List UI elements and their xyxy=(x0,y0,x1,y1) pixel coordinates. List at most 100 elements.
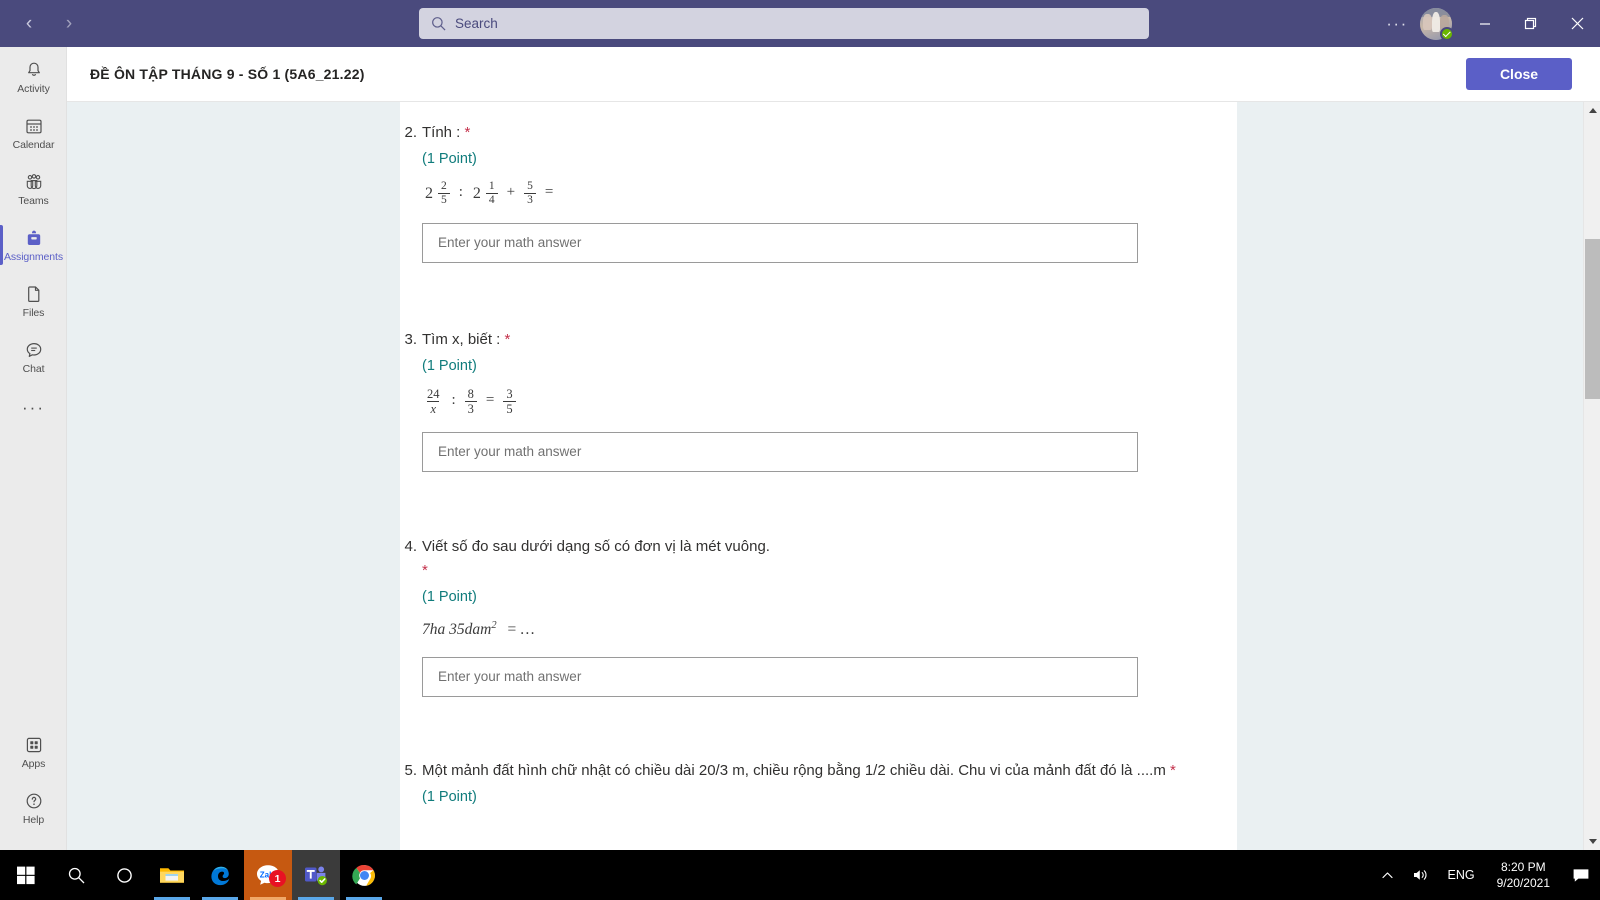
math-base: 7ha 35dam xyxy=(422,620,492,638)
notification-badge: 1 xyxy=(269,870,286,887)
sidebar-item-activity[interactable]: Activity xyxy=(0,49,67,105)
start-button[interactable] xyxy=(0,850,52,900)
math-answer-input[interactable]: Enter your math answer xyxy=(422,222,1138,263)
app-rail-bottom: Apps Help xyxy=(0,724,67,836)
volume-icon xyxy=(1413,870,1427,880)
required-asterisk: * xyxy=(422,561,428,579)
math-tail: = … xyxy=(506,620,535,638)
restore-button[interactable] xyxy=(1508,0,1554,47)
taskbar-app-microsoft-edge[interactable] xyxy=(196,850,244,900)
action-center-button[interactable] xyxy=(1562,850,1600,900)
backpack-icon xyxy=(24,227,44,249)
operator: = xyxy=(485,392,495,409)
search-bar[interactable]: Search xyxy=(419,8,1149,39)
question-number: 4. xyxy=(404,538,417,555)
question-points: (1 Point) xyxy=(422,150,477,167)
required-asterisk: * xyxy=(464,124,471,141)
question-item: 2. Tính : * (1 Point) 2 2 5 : 2 1 4 + 5 … xyxy=(400,122,1237,263)
sidebar-item-calendar[interactable]: Calendar xyxy=(0,105,67,161)
file-icon xyxy=(24,283,44,305)
mixed-whole: 2 xyxy=(472,184,481,202)
content-scrollbar[interactable] xyxy=(1583,102,1600,850)
fraction: 8 3 xyxy=(464,387,477,416)
question-text: Viết số đo sau dưới dạng số có đơn vị là… xyxy=(422,538,770,555)
taskbar-search-button[interactable] xyxy=(52,850,100,900)
microsoft-teams-icon xyxy=(305,866,327,886)
sidebar-item-teams[interactable]: Teams xyxy=(0,161,67,217)
question-text: Tìm x, biết : xyxy=(422,331,501,348)
assignment-header: ĐỀ ÔN TẬP THÁNG 9 - SỐ 1 (5A6_21.22) Clo… xyxy=(67,47,1600,102)
question-number: 5. xyxy=(404,762,417,779)
clock[interactable]: 8:20 PM 9/20/2021 xyxy=(1485,850,1562,900)
question-math-expression: 7ha 35dam2 = … xyxy=(422,618,1177,642)
back-button[interactable]: ‹ xyxy=(12,7,46,41)
sidebar-item-label: Apps xyxy=(21,757,46,770)
input-placeholder: Enter your math answer xyxy=(438,443,582,459)
sidebar-item-assignments[interactable]: Assignments xyxy=(0,217,67,273)
sidebar-item-help[interactable]: Help xyxy=(0,780,67,836)
forward-button[interactable]: › xyxy=(52,7,86,41)
required-asterisk: * xyxy=(1170,762,1176,779)
scroll-up-arrow[interactable] xyxy=(1584,102,1600,119)
microsoft-edge-icon xyxy=(211,866,230,886)
sidebar-item-label: Activity xyxy=(17,82,50,95)
math-superscript: 2 xyxy=(491,619,497,631)
question-text: Tính : xyxy=(422,124,461,141)
google-chrome-icon xyxy=(351,864,375,886)
windows-taskbar: Zalo 1 ENG 8:20 PM 9/20/2021 xyxy=(0,850,1600,900)
scrollbar-thumb[interactable] xyxy=(1585,239,1600,399)
windows-start-icon xyxy=(17,866,35,885)
operator: = xyxy=(544,184,554,201)
cortana-circle-icon xyxy=(116,867,132,883)
page-title: ĐỀ ÔN TẬP THÁNG 9 - SỐ 1 (5A6_21.22) xyxy=(90,66,365,82)
question-circle-icon xyxy=(24,790,44,812)
volume-button[interactable] xyxy=(1403,850,1438,900)
minimize-button[interactable] xyxy=(1462,0,1508,47)
chevron-up-icon xyxy=(1381,871,1393,878)
sidebar-item-files[interactable]: Files xyxy=(0,273,67,329)
search-input[interactable]: Search xyxy=(419,8,1149,39)
question-number: 3. xyxy=(404,331,417,348)
presence-available-icon xyxy=(1440,26,1454,41)
fraction: 1 4 xyxy=(485,180,498,207)
fraction: 24 x xyxy=(427,386,440,416)
question-item: 3. Tìm x, biết : * (1 Point) 24 x : 8 3 … xyxy=(400,329,1237,472)
close-assignment-button[interactable]: Close xyxy=(1466,58,1572,90)
show-hidden-icons-button[interactable] xyxy=(1372,850,1403,900)
question-points: (1 Point) xyxy=(422,788,477,805)
close-window-button[interactable] xyxy=(1554,0,1600,47)
window-title-bar: ‹ › Search ··· xyxy=(0,0,1600,47)
question-math-expression: 24 x : 8 3 = 3 5 xyxy=(422,387,1177,416)
taskbar-app-zalo[interactable]: Zalo 1 xyxy=(244,850,292,900)
scroll-down-arrow[interactable] xyxy=(1584,833,1600,850)
math-answer-input[interactable]: Enter your math answer xyxy=(422,657,1138,698)
sidebar-more-apps-button[interactable]: ··· xyxy=(0,385,67,431)
search-icon xyxy=(68,867,84,883)
sidebar-item-chat[interactable]: Chat xyxy=(0,329,67,385)
system-tray: ENG 8:20 PM 9/20/2021 xyxy=(1372,850,1600,900)
taskbar-app-google-chrome[interactable] xyxy=(340,850,388,900)
operator: : xyxy=(458,184,463,201)
taskbar-app-file-explorer[interactable] xyxy=(148,850,196,900)
required-asterisk: * xyxy=(504,331,511,348)
question-item: 4. Viết số đo sau dưới dạng số có đơn vị… xyxy=(400,536,1237,698)
settings-more-icon[interactable]: ··· xyxy=(1380,7,1414,41)
input-placeholder: Enter your math answer xyxy=(438,669,582,685)
avatar[interactable] xyxy=(1420,7,1454,41)
taskbar-app-microsoft-teams[interactable] xyxy=(292,850,340,900)
math-answer-input[interactable]: Enter your math answer xyxy=(422,431,1138,472)
language-indicator[interactable]: ENG xyxy=(1438,850,1485,900)
operator: : xyxy=(451,392,456,409)
search-placeholder: Search xyxy=(455,16,498,31)
sidebar-item-label: Files xyxy=(22,306,45,319)
sidebar-item-apps[interactable]: Apps xyxy=(0,724,67,780)
app-rail: Activity Calendar Teams Assignments File… xyxy=(0,47,67,850)
question-item: 5. Một mảnh đất hình chữ nhật có chiều d… xyxy=(400,760,1237,808)
mixed-whole: 2 xyxy=(425,184,433,202)
teams-icon xyxy=(23,171,45,193)
title-bar-controls: ··· xyxy=(1380,0,1600,47)
search-icon xyxy=(432,17,446,31)
sidebar-item-label: Calendar xyxy=(12,138,55,151)
cortana-button[interactable] xyxy=(100,850,148,900)
clock-date: 9/20/2021 xyxy=(1496,876,1550,890)
